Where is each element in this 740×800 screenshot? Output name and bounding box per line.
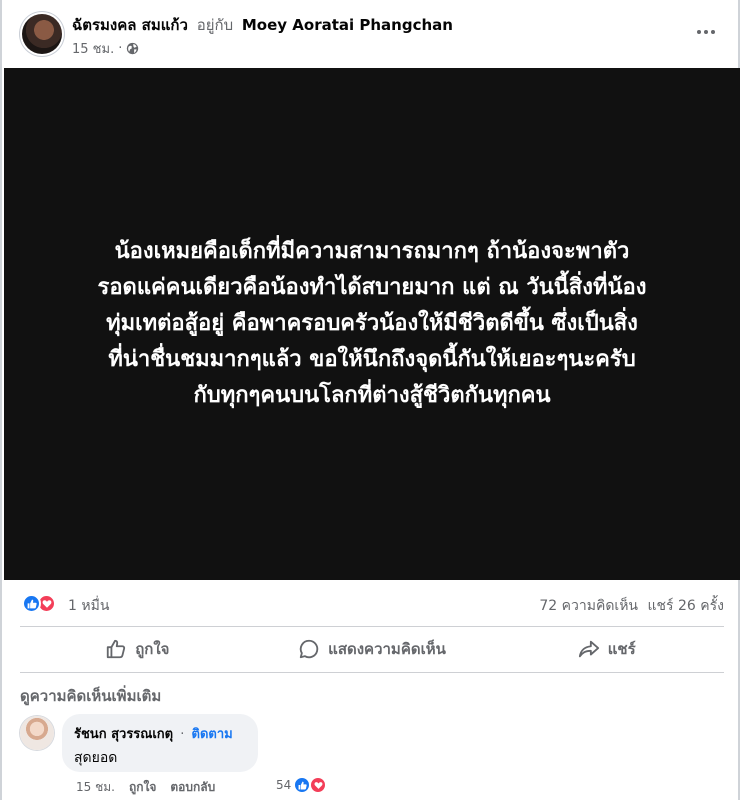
commenter-name[interactable]: รัชนก สุวรรณเกตุ [74,727,173,742]
divider [20,626,724,627]
globe-icon[interactable] [126,42,139,55]
comment-label: แสดงความคิดเห็น [328,640,446,658]
post-image[interactable]: น้องเหมยคือเด็กที่มีความสามารถมากๆ ถ้าน้… [4,68,740,580]
comment-count[interactable]: 72 ความคิดเห็น [539,595,638,617]
comment-reply-button[interactable]: ตอบกลับ [170,778,215,797]
comment-time[interactable]: 15 ชม. [76,778,115,797]
author-line: ฉัตรมงคล สมแก้ว อยู่กับ Moey Aoratai Pha… [72,13,453,37]
follow-button[interactable]: ติดตาม [192,727,233,742]
comment-header: รัชนก สุวรรณเกตุ · ติดตาม [74,723,246,744]
comment-bubble-icon [298,638,320,660]
author-name[interactable]: ฉัตรมงคล สมแก้ว [72,16,188,34]
like-label: ถูกใจ [135,640,170,658]
comment-bubble: รัชนก สุวรรณเกตุ · ติดตาม สุดยอด [62,714,258,772]
like-button[interactable]: ถูกใจ [20,630,255,668]
like-reaction-icon [22,594,41,613]
love-reaction-icon [309,776,328,794]
commenter-avatar[interactable] [20,716,54,750]
comment-reaction-count: 54 [276,778,292,792]
share-count[interactable]: แชร์ 26 ครั้ง [648,595,724,617]
like-reaction-icon [293,776,312,794]
action-bar: ถูกใจ แสดงความคิดเห็น แชร์ [20,630,724,668]
view-more-comments-link[interactable]: ดูความคิดเห็นเพิ่มเติม [20,684,161,708]
post-card: ฉัตรมงคล สมแก้ว อยู่กับ Moey Aoratai Pha… [0,0,740,800]
post-image-text: น้องเหมยคือเด็กที่มีความสามารถมากๆ ถ้าน้… [97,239,647,408]
left-edge [0,0,2,800]
share-label: แชร์ [607,640,636,658]
share-arrow-icon [578,638,600,660]
comment-reactions[interactable]: 54 [276,776,328,794]
share-button[interactable]: แชร์ [489,630,724,668]
reaction-icons[interactable] [22,594,56,613]
comment-separator: · [180,727,185,742]
reaction-count[interactable]: 1 หมื่น [68,595,109,617]
divider [20,672,724,673]
post-time[interactable]: 15 ชม. [72,38,114,59]
more-options-icon[interactable] [694,22,718,42]
author-avatar[interactable] [22,14,62,54]
thumbs-up-icon [105,638,127,660]
comment-like-button[interactable]: ถูกใจ [129,778,156,797]
post-meta: 15 ชม. · [72,38,139,59]
reaction-summary: 1 หมื่น 72 ความคิดเห็น แชร์ 26 ครั้ง [20,590,724,618]
with-text: อยู่กับ [196,16,234,34]
meta-separator: · [118,41,123,56]
post-header: ฉัตรมงคล สมแก้ว อยู่กับ Moey Aoratai Pha… [0,0,740,68]
comment-meta: 15 ชม. ถูกใจ ตอบกลับ [76,778,215,797]
comment-text: สุดยอด [74,750,118,766]
comment-button[interactable]: แสดงความคิดเห็น [255,630,490,668]
tagged-name[interactable]: Moey Aoratai Phangchan [242,16,453,34]
